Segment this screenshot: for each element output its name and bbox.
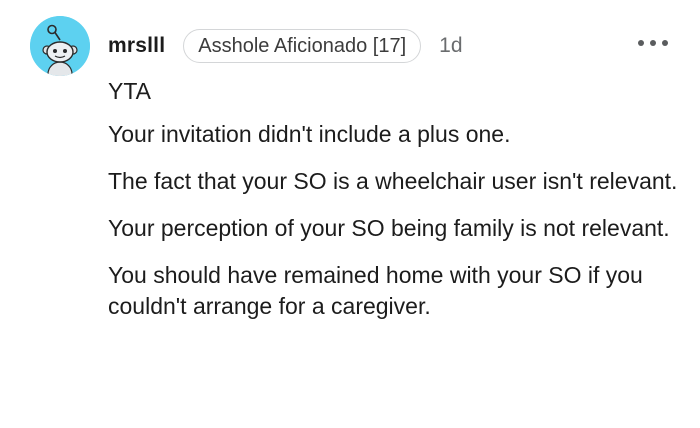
comment-paragraph: The fact that your SO is a wheelchair us…: [108, 168, 678, 194]
comment-timestamp[interactable]: 1d: [439, 34, 462, 58]
user-avatar[interactable]: [30, 16, 90, 76]
more-options-button[interactable]: [638, 36, 668, 50]
comment-paragraph: Your invitation didn't include a plus on…: [108, 121, 511, 147]
user-flair-badge: Asshole Aficionado [17]: [183, 29, 422, 63]
username-link[interactable]: mrslll: [108, 34, 165, 58]
more-options-icon: [638, 40, 644, 46]
more-options-icon-dot: [662, 40, 668, 46]
comment: mrslll Asshole Aficionado [17] 1d YTA Yo…: [0, 0, 700, 428]
comment-header: mrslll Asshole Aficionado [17] 1d: [108, 28, 463, 64]
reddit-snoo-avatar-icon: [30, 16, 90, 76]
comment-paragraph: YTA: [108, 78, 152, 104]
comment-paragraph: Your perception of your SO being family …: [108, 215, 670, 241]
comment-paragraph: You should have remained home with your …: [108, 262, 643, 319]
more-options-icon-dot: [650, 40, 656, 46]
comment-body: YTA Your invitation didn't include a plu…: [108, 76, 688, 322]
